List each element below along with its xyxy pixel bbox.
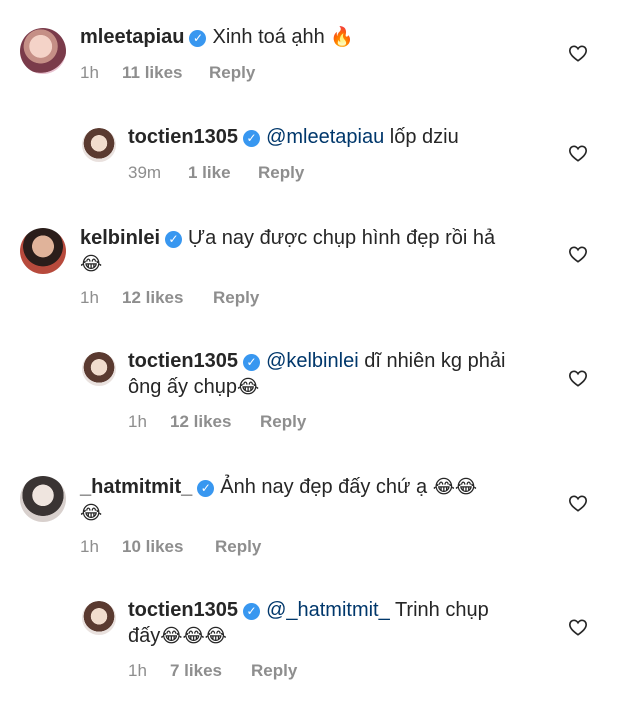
comment-text: toctien1305 ✓ @mleetapiau lốp dziu [128, 124, 459, 150]
comment-body: Trinh chụp [394, 599, 489, 621]
laughing-emoji: 😂 [80, 502, 103, 524]
comment-body: Ựa nay được chụp hình đẹp rồi hả [188, 227, 496, 249]
comment-text: _hatmitmit_ ✓ Ảnh nay đẹp đấy chứ ạ 😂😂 [80, 474, 477, 500]
timestamp: 39m [128, 163, 162, 182]
verified-badge-icon: ✓ [197, 480, 215, 497]
verified-badge-icon: ✓ [189, 30, 207, 47]
comment-meta: 1h 12 likes Reply [128, 412, 306, 432]
comment-text-line2: 😂 [80, 500, 102, 526]
comment-body: Ảnh nay đẹp đấy chứ ạ [220, 476, 428, 498]
reply-button[interactable]: Reply [258, 163, 304, 183]
heart-icon[interactable] [568, 44, 588, 62]
comment-text-line2: ông ấy chụp😂 [128, 374, 259, 400]
likes-count[interactable]: 12 likes [170, 412, 260, 432]
avatar[interactable] [20, 476, 66, 522]
comment-meta: 1h 12 likes Reply [80, 288, 259, 308]
likes-count[interactable]: 12 likes [122, 288, 213, 308]
username[interactable]: toctien1305 [128, 350, 238, 372]
avatar[interactable] [20, 28, 66, 74]
likes-count[interactable]: 11 likes [122, 63, 209, 83]
likes-count[interactable]: 1 like [188, 163, 258, 183]
comment-meta: 1h 7 likes Reply [128, 661, 297, 681]
timestamp: 1h [128, 661, 147, 680]
comment-meta: 39m 1 like Reply [128, 163, 304, 183]
comment-body: dĩ nhiên kg phải [364, 350, 506, 372]
username[interactable]: _hatmitmit_ [80, 476, 192, 498]
laughing-emoji: 😂 [80, 253, 103, 275]
verified-badge-icon: ✓ [243, 130, 261, 147]
timestamp: 1h [128, 412, 147, 431]
comment-body-line2: đấy [128, 625, 161, 647]
comment-text: toctien1305 ✓ @_hatmitmit_ Trinh chụp [128, 597, 489, 623]
heart-icon[interactable] [568, 245, 588, 263]
avatar[interactable] [82, 601, 116, 635]
timestamp: 1h [80, 288, 99, 307]
comment-meta: 1h 11 likes Reply [80, 63, 255, 83]
reply-button[interactable]: Reply [260, 412, 306, 432]
comment-text: mleetapiau ✓ Xinh toá ạhh 🔥 [80, 24, 354, 50]
laughing-emoji: 😂😂 [432, 476, 478, 498]
reply-button[interactable]: Reply [215, 537, 261, 557]
comment-body-line2: ông ấy chụp [128, 376, 237, 398]
laughing-emoji: 😂😂😂 [160, 625, 227, 647]
avatar[interactable] [20, 228, 66, 274]
username[interactable]: mleetapiau [80, 26, 184, 48]
comment-body: lốp dziu [389, 126, 459, 148]
laughing-emoji: 😂 [236, 376, 260, 398]
reply-button[interactable]: Reply [251, 661, 297, 681]
heart-icon[interactable] [568, 494, 588, 512]
comment-meta: 1h 10 likes Reply [80, 537, 261, 557]
fire-emoji: 🔥 [330, 26, 355, 48]
verified-badge-icon: ✓ [165, 231, 183, 248]
username[interactable]: toctien1305 [128, 126, 238, 148]
timestamp: 1h [80, 63, 99, 82]
heart-icon[interactable] [568, 618, 588, 636]
comment-body: Xinh toá ạhh [212, 26, 325, 48]
username[interactable]: kelbinlei [80, 227, 160, 249]
comment-text-line2: đấy😂😂😂 [128, 623, 227, 649]
username[interactable]: toctien1305 [128, 599, 238, 621]
comment-text: kelbinlei ✓ Ựa nay được chụp hình đẹp rồi … [80, 225, 495, 251]
likes-count[interactable]: 7 likes [170, 661, 251, 681]
verified-badge-icon: ✓ [243, 603, 261, 620]
comment-text: toctien1305 ✓ @kelbinlei dĩ nhiên kg phải [128, 348, 505, 374]
reply-button[interactable]: Reply [209, 63, 255, 83]
comment-text-line2: 😂 [80, 251, 102, 277]
timestamp: 1h [80, 537, 99, 556]
heart-icon[interactable] [568, 369, 588, 387]
avatar[interactable] [82, 128, 116, 162]
mention-link[interactable]: @_hatmitmit_ [266, 599, 390, 621]
reply-button[interactable]: Reply [213, 288, 259, 308]
verified-badge-icon: ✓ [243, 354, 261, 371]
mention-link[interactable]: @kelbinlei [266, 350, 359, 372]
heart-icon[interactable] [568, 144, 588, 162]
likes-count[interactable]: 10 likes [122, 537, 215, 557]
avatar[interactable] [82, 352, 116, 386]
mention-link[interactable]: @mleetapiau [266, 126, 384, 148]
